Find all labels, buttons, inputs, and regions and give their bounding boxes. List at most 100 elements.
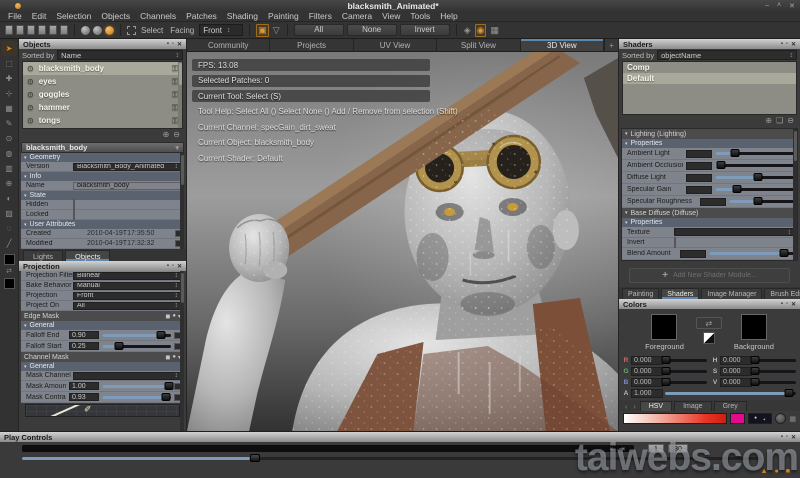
towbrush-tool-icon[interactable]: ◌ [2, 221, 17, 236]
full-shading-icon[interactable] [105, 26, 114, 35]
color-gradient-bar[interactable] [623, 413, 727, 424]
info-section[interactable]: ▾Info [21, 172, 184, 181]
green-value-field[interactable]: 0.000 [631, 367, 663, 376]
red-value-field[interactable]: 0.000 [631, 356, 663, 365]
menu-shading[interactable]: Shading [222, 11, 263, 21]
export-icon[interactable] [60, 25, 68, 35]
projection-filter-dropdown[interactable]: Bilinear↕ [73, 272, 182, 280]
brush-settings-icon[interactable]: ◈ [463, 25, 472, 36]
close-icon[interactable]: ✕ [789, 2, 795, 10]
value-slider[interactable] [754, 381, 796, 384]
background-color-swatch[interactable] [741, 314, 767, 340]
projection-dropdown[interactable]: Front↕ [73, 292, 182, 300]
object-properties-header[interactable]: blacksmith_body ▾ [21, 142, 184, 153]
smear-tool-icon[interactable]: ◍ [2, 146, 17, 161]
tab-grey[interactable]: Grey [714, 401, 747, 411]
visibility-eye-icon[interactable]: ⊙ [27, 77, 34, 86]
menu-camera[interactable]: Camera [337, 11, 377, 21]
detach-icon[interactable]: ▫ [786, 301, 788, 308]
magenta-swatch[interactable] [730, 413, 745, 424]
visibility-eye-icon[interactable]: ⊙ [27, 64, 34, 73]
alpha-value-field[interactable]: 1.000 [631, 389, 663, 398]
tab-scroll-left-icon[interactable]: ‹ [623, 404, 629, 411]
tab-community[interactable]: Community [187, 39, 270, 51]
add-view-tab-icon[interactable]: + [604, 39, 618, 51]
paint-buffer-icon[interactable]: ◉ [475, 24, 487, 37]
tab-3d-view[interactable]: 3D View [521, 39, 604, 51]
menu-filters[interactable]: Filters [304, 11, 337, 21]
shaders-sort-dropdown[interactable]: objectName ↕ [657, 50, 797, 60]
select-all-button[interactable]: All [294, 24, 344, 36]
base-diffuse-section[interactable]: ▾Base Diffuse (Diffuse) [622, 208, 797, 218]
tab-painting[interactable]: Painting [622, 288, 659, 299]
detach-icon[interactable]: ▫ [786, 41, 788, 48]
diffuse-light-field[interactable] [686, 174, 712, 182]
saturation-value-field[interactable]: 0.000 [720, 367, 752, 376]
mask-channel-dropdown[interactable]: ↕ [73, 372, 182, 380]
pin-icon[interactable]: ▪ [781, 301, 783, 308]
detach-icon[interactable]: ▫ [172, 263, 174, 270]
blend-amount-field[interactable] [680, 250, 706, 258]
background-swatch-mini[interactable] [4, 278, 15, 289]
marquee-tool-icon[interactable]: ⬚ [2, 56, 17, 71]
alpha-slider[interactable] [665, 392, 796, 395]
user-attributes-section[interactable]: ▾User Attributes [21, 220, 184, 229]
specular-roughness-slider[interactable] [729, 200, 794, 203]
ambient-occlusion-slider[interactable] [715, 164, 794, 167]
tab-uv-view[interactable]: UV View [354, 39, 437, 51]
ambient-occlusion-field[interactable] [686, 162, 712, 170]
shader-row-comp[interactable]: Comp [623, 62, 796, 73]
foreground-swatch-mini[interactable] [4, 254, 15, 265]
shader-row-default[interactable]: Default [623, 73, 796, 84]
hue-slider[interactable] [754, 359, 796, 362]
falloff-start-field[interactable]: 0.25 [69, 342, 99, 350]
menu-help[interactable]: Help [435, 11, 462, 21]
open-project-icon[interactable] [16, 25, 24, 35]
foreground-color-swatch[interactable] [651, 314, 677, 340]
falloff-end-slider[interactable] [102, 334, 171, 337]
patch-tool-icon[interactable]: ▦ [2, 101, 17, 116]
name-field[interactable]: blacksmith_body [73, 182, 182, 190]
add-shader-icon[interactable]: ⊕ [765, 116, 772, 126]
visibility-eye-icon[interactable]: ⊙ [27, 90, 34, 99]
tab-lights[interactable]: Lights [23, 250, 63, 261]
object-row-blacksmith-body[interactable]: ⊙ blacksmith_body ⚿ [23, 62, 182, 75]
marquee-select-icon[interactable] [127, 26, 136, 35]
tab-objects[interactable]: Objects [65, 250, 110, 261]
mask-toggle-icon[interactable]: ◼ [165, 354, 170, 361]
falloff-start-slider[interactable] [102, 345, 171, 348]
tab-shaders[interactable]: Shaders [661, 288, 699, 299]
menu-patches[interactable]: Patches [181, 11, 222, 21]
select-invert-button[interactable]: Invert [400, 24, 450, 36]
channel-mask-general-section[interactable]: ▾General [21, 362, 184, 371]
visibility-eye-icon[interactable]: ⊙ [27, 103, 34, 112]
close-panel-icon[interactable]: ✕ [791, 41, 796, 48]
mask-toggle-icon[interactable]: ◼ [165, 313, 170, 320]
timeline-knob[interactable] [250, 454, 260, 462]
base-diffuse-properties-section[interactable]: ▾Properties [622, 218, 797, 227]
save-project-icon[interactable] [27, 25, 35, 35]
mask-curve-widget[interactable]: ✐ [25, 404, 180, 417]
paint-brush-icon[interactable]: ✎ [2, 116, 17, 131]
green-slider[interactable] [665, 370, 707, 373]
saturation-slider[interactable] [754, 370, 796, 373]
remove-object-icon[interactable]: ⊖ [173, 130, 180, 140]
add-shader-module-button[interactable]: + Add New Shader Module... [629, 268, 790, 283]
duplicate-shader-icon[interactable]: ❏ [776, 116, 783, 126]
grid-icon[interactable]: ▦ [789, 415, 796, 423]
paint-through-icon[interactable]: ▣ [256, 24, 269, 37]
falloff-end-field[interactable]: 0.90 [69, 331, 99, 339]
mask-view-icon[interactable]: ● [172, 313, 176, 320]
flat-shading-icon[interactable] [81, 26, 90, 35]
swap-colors-icon[interactable]: ⇄ [696, 317, 722, 329]
gradient-tool-icon[interactable]: ▥ [2, 161, 17, 176]
3d-canvas[interactable]: FPS: 13.08 Selected Patches: 0 Current T… [187, 52, 618, 431]
filter-icon[interactable]: ▽ [272, 25, 281, 36]
hue-value-field[interactable]: 0.000 [720, 356, 752, 365]
close-panel-icon[interactable]: ✕ [177, 263, 182, 270]
objects-sort-dropdown[interactable]: Name ↕ [57, 50, 183, 60]
line-tool-icon[interactable]: ╱ [2, 236, 17, 251]
detach-icon[interactable]: ▫ [172, 41, 174, 48]
edge-mask-general-section[interactable]: ▾General [21, 321, 184, 330]
visibility-eye-icon[interactable]: ⊙ [27, 116, 34, 125]
